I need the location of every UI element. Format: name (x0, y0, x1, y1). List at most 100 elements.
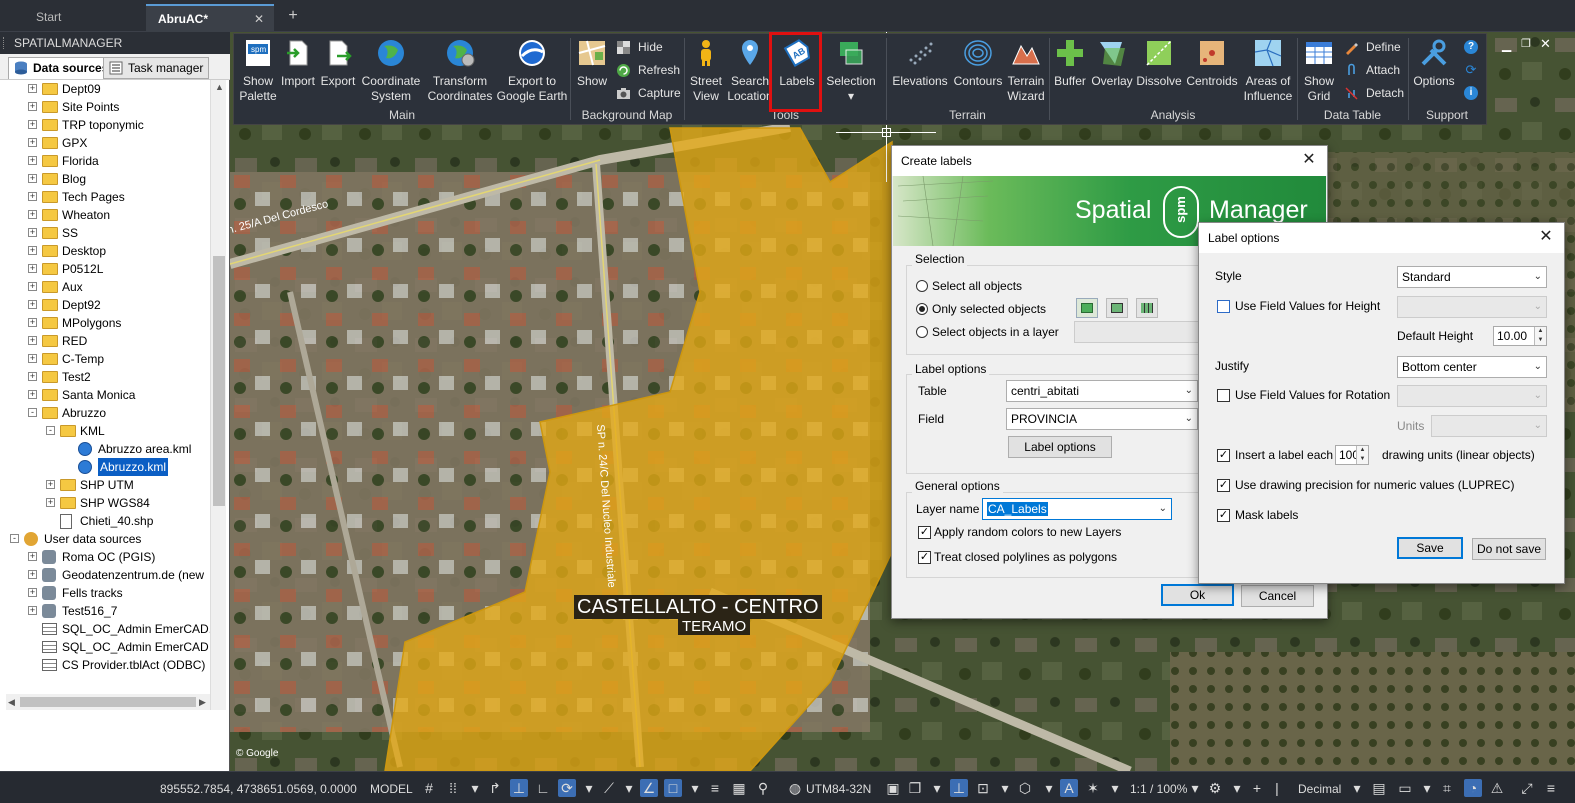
expand-icon[interactable]: + (28, 570, 37, 579)
tree-item[interactable]: + Tech Pages (6, 188, 210, 206)
selection-button[interactable]: Selection ▾ (822, 38, 880, 104)
contours-button[interactable]: Contours (952, 38, 1004, 89)
object-snap-icon[interactable]: □ (664, 779, 682, 797)
quick-properties-icon[interactable]: ▤ (1370, 779, 1388, 797)
justify-combo[interactable]: Bottom center ⌄ (1397, 356, 1547, 378)
expand-icon[interactable]: + (28, 588, 37, 597)
tree-item[interactable]: + Santa Monica (6, 386, 210, 404)
collapse-icon[interactable]: - (28, 408, 37, 417)
expand-icon[interactable]: + (28, 156, 37, 165)
tree-item[interactable]: + TRP toponymic (6, 116, 210, 134)
buffer-button[interactable]: Buffer (1050, 38, 1090, 89)
polar-tracking-icon[interactable]: ⟳ (558, 779, 576, 797)
street-view-button[interactable]: Street View (686, 38, 726, 104)
grip-icon[interactable] (3, 37, 6, 49)
expand-icon[interactable]: + (28, 84, 37, 93)
coordinate-system-readout[interactable]: UTM84-32N (806, 780, 871, 798)
expand-icon[interactable]: + (28, 300, 37, 309)
import-button[interactable]: Import (278, 38, 318, 89)
expand-icon[interactable]: + (28, 210, 37, 219)
tree-item[interactable]: + Florida (6, 152, 210, 170)
select-all-radio[interactable] (916, 280, 928, 292)
closed-polylines-checkbox[interactable]: ✓ (918, 551, 931, 564)
help-icon[interactable]: ? (1464, 40, 1478, 54)
expand-icon[interactable]: + (28, 192, 37, 201)
annotation-visibility-icon[interactable]: ⬡ (1016, 779, 1034, 797)
tree-item[interactable]: - Abruzzo (6, 404, 210, 422)
close-window-icon[interactable]: ✕ (1540, 36, 1551, 52)
tree-item[interactable]: - KML (6, 422, 210, 440)
viewport-scale-readout[interactable]: 1:1 / 100% (1130, 780, 1187, 798)
overlay-button[interactable]: Overlay (1090, 38, 1134, 89)
tree-item[interactable]: + Dept92 (6, 296, 210, 314)
tree-item[interactable]: + Fells tracks (6, 584, 210, 602)
gizmo-dropdown-icon[interactable]: ▾ (996, 779, 1014, 797)
layer-name-input[interactable]: CA_Labels ⌄ (982, 498, 1172, 520)
tree-item[interactable]: + Test2 (6, 368, 210, 386)
scroll-right-icon[interactable]: ▶ (199, 697, 206, 708)
restore-icon[interactable]: ❐ (1521, 37, 1531, 50)
expand-icon[interactable]: + (28, 120, 37, 129)
model-space-toggle[interactable]: MODEL (370, 780, 413, 798)
show-palette-button[interactable]: spm Show Palette (236, 38, 280, 104)
expand-icon[interactable]: + (28, 264, 37, 273)
tree-item[interactable]: + C-Temp (6, 350, 210, 368)
coordinate-system-button[interactable]: Coordinate System (358, 38, 424, 104)
tree-item[interactable]: Abruzzo.kml (6, 458, 210, 476)
units-dropdown-icon[interactable]: ▾ (1348, 779, 1366, 797)
scale-dropdown-icon[interactable]: ▾ (1186, 779, 1204, 797)
define-button[interactable]: Define (1344, 37, 1401, 57)
options-button[interactable]: Options (1410, 38, 1458, 89)
select-similar-icon[interactable] (1136, 298, 1158, 318)
infer-constraints-icon[interactable]: ↱ (486, 779, 504, 797)
snap-mode-icon[interactable]: ⁞⁞ (444, 779, 462, 797)
info-icon[interactable]: i (1464, 86, 1478, 100)
scroll-thumb[interactable] (213, 256, 225, 506)
tree-item[interactable]: + P0512L (6, 260, 210, 278)
snap-dropdown-icon[interactable]: ▾ (466, 779, 484, 797)
spin-arrows-icon[interactable]: ▲ ▼ (1534, 327, 1546, 345)
tab-start[interactable]: Start (24, 4, 73, 32)
random-colors-checkbox[interactable]: ✓ (918, 526, 931, 539)
quick-select-icon[interactable] (1106, 298, 1128, 318)
cancel-button[interactable]: Cancel (1241, 585, 1314, 607)
tree-item[interactable]: Chieti_40.shp (6, 512, 210, 530)
tab-abruac[interactable]: AbruAC* ✕ (146, 4, 274, 32)
transparency-icon[interactable]: ▦ (730, 779, 748, 797)
tree-item[interactable]: + SHP WGS84 (6, 494, 210, 512)
insert-each-checkbox[interactable]: ✓ (1217, 449, 1230, 462)
iso-dropdown-icon[interactable]: ▾ (620, 779, 638, 797)
only-selected-radio[interactable] (916, 303, 928, 315)
rotation-field-checkbox[interactable] (1217, 389, 1230, 402)
spin-arrows-icon[interactable]: ▲ ▼ (1356, 446, 1368, 464)
insert-each-input[interactable]: 100 ▲ ▼ (1335, 445, 1369, 465)
table-combo[interactable]: centri_abitati ⌄ (1006, 380, 1198, 402)
select-in-layer-radio[interactable] (916, 326, 928, 338)
dissolve-button[interactable]: Dissolve (1134, 38, 1184, 89)
tree-item[interactable]: + Dept09 (6, 80, 210, 98)
tree-item[interactable]: + SS (6, 224, 210, 242)
globe-icon[interactable]: ◍ (786, 779, 804, 797)
fullscreen-icon[interactable]: ⤢ (1518, 779, 1536, 797)
minimize-icon[interactable]: ▁ (1502, 38, 1511, 52)
tree-item[interactable]: + SHP UTM (6, 476, 210, 494)
workspace-gear-icon[interactable]: ⚙ (1206, 779, 1224, 797)
expand-icon[interactable]: + (28, 228, 37, 237)
capture-button[interactable]: Capture (616, 83, 681, 103)
close-icon[interactable]: ✕ (1538, 229, 1554, 245)
annotation-dropdown-icon[interactable]: ▾ (1040, 779, 1058, 797)
tree-item[interactable]: SQL_OC_Admin EmerCAD. (6, 620, 210, 638)
style-combo[interactable]: Standard ⌄ (1397, 266, 1547, 288)
tree-item[interactable]: + Test516_7 (6, 602, 210, 620)
label-options-button[interactable]: Label options (1008, 436, 1112, 458)
collapse-icon[interactable]: - (46, 426, 55, 435)
workspace-dropdown-icon[interactable]: ▾ (1228, 779, 1246, 797)
tree-item[interactable]: Abruzzo area.kml (6, 440, 210, 458)
annotation-scale-dropdown-icon[interactable]: ▾ (1106, 779, 1124, 797)
field-combo[interactable]: PROVINCIA ⌄ (1006, 408, 1198, 430)
do-not-save-button[interactable]: Do not save (1472, 538, 1546, 560)
scroll-thumb-horizontal[interactable] (20, 697, 196, 707)
scroll-up-icon[interactable]: ▲ (215, 82, 224, 92)
dynamic-input-icon[interactable]: ⊥ (510, 779, 528, 797)
search-location-button[interactable]: Search Location (726, 38, 774, 104)
